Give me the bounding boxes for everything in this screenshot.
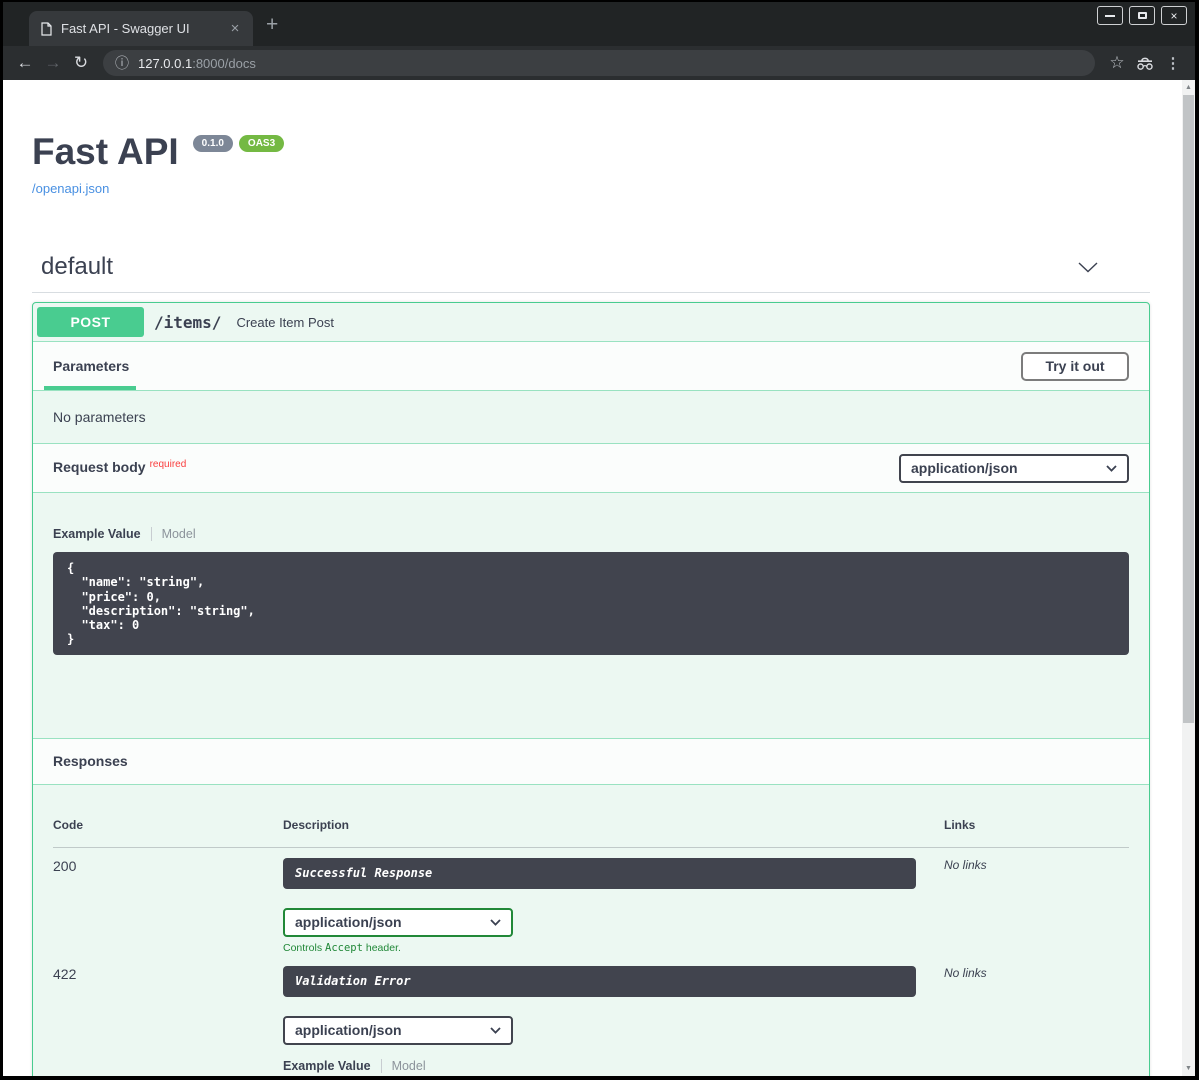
response-description: Successful Response: [283, 858, 916, 889]
request-body-header: Request body required application/json: [33, 443, 1149, 493]
try-it-out-button[interactable]: Try it out: [1021, 352, 1129, 381]
web-content: Fast API 0.1.0 OAS3 /openapi.json defaul…: [3, 80, 1195, 1076]
opblock-summary[interactable]: POST /items/ Create Item Post: [33, 303, 1149, 341]
chevron-down-icon: [490, 919, 501, 926]
tag-header[interactable]: default: [32, 253, 1150, 293]
new-tab-button[interactable]: +: [266, 13, 278, 37]
request-media-type-select[interactable]: application/json: [899, 454, 1129, 483]
tab-model[interactable]: Model: [162, 527, 196, 541]
scroll-up-icon[interactable]: ▲: [1182, 84, 1195, 91]
controls-accept-note: Controls Accept header.: [283, 942, 944, 954]
no-parameters-text: No parameters: [33, 391, 1149, 443]
tag-section: default POST /items/ Create Item Post: [32, 253, 1150, 1076]
required-label: required: [150, 459, 187, 470]
back-icon[interactable]: ←: [11, 46, 39, 80]
operation-summary: Create Item Post: [236, 315, 334, 330]
browser-toolbar: ← → ↻ ⓘ 127.0.0.1:8000/docs ☆ ⋮: [3, 46, 1195, 80]
reload-icon[interactable]: ↻: [67, 46, 95, 80]
tab-parameters[interactable]: Parameters: [53, 358, 129, 374]
site-info-icon[interactable]: ⓘ: [115, 56, 129, 70]
url-path: :8000/docs: [192, 56, 256, 71]
note-code: Accept: [325, 942, 363, 954]
api-info: Fast API 0.1.0 OAS3 /openapi.json: [32, 133, 1150, 196]
browser-tab[interactable]: Fast API - Swagger UI ×: [29, 11, 253, 46]
column-description: Description: [283, 818, 944, 848]
browser-window: Fast API - Swagger UI × + × ← → ↻ ⓘ 127.…: [0, 0, 1199, 1080]
opblock-post-items: POST /items/ Create Item Post Parameters…: [32, 302, 1150, 1076]
incognito-icon: [1131, 56, 1159, 71]
note-prefix: Controls: [283, 942, 325, 954]
page-icon: [41, 22, 52, 36]
responses-table-head: Code Description Links: [53, 818, 1129, 848]
operation-path: /items/: [154, 313, 221, 332]
tab-close-icon[interactable]: ×: [226, 20, 244, 37]
request-body-label: Request body: [53, 459, 146, 475]
page-scrollbar[interactable]: ▲ ▼: [1182, 80, 1195, 1076]
column-links: Links: [944, 818, 1129, 848]
openapi-spec-link[interactable]: /openapi.json: [32, 181, 1150, 196]
tab-example-value[interactable]: Example Value: [283, 1059, 371, 1073]
example-model-tabs: Example Value Model: [53, 527, 1129, 541]
swagger-page: Fast API 0.1.0 OAS3 /openapi.json defaul…: [3, 80, 1182, 1076]
tab-example-value[interactable]: Example Value: [53, 527, 141, 541]
browser-frame: Fast API - Swagger UI × + × ← → ↻ ⓘ 127.…: [3, 2, 1195, 1076]
close-button[interactable]: ×: [1161, 6, 1187, 25]
forward-icon[interactable]: →: [39, 46, 67, 80]
response-links: No links: [944, 858, 1129, 954]
minimize-icon: [1105, 15, 1115, 17]
tab-divider: [151, 527, 152, 541]
url-text: 127.0.0.1:8000/docs: [138, 56, 256, 71]
url-host: 127.0.0.1: [138, 56, 192, 71]
chevron-down-icon[interactable]: [1078, 262, 1098, 273]
response-media-type-select[interactable]: application/json: [283, 908, 513, 937]
response-media-type-value: application/json: [295, 914, 402, 930]
tab-model[interactable]: Model: [392, 1059, 426, 1073]
tab-strip: Fast API - Swagger UI × + ×: [3, 2, 1195, 46]
request-body-content: Example Value Model { "name": "string", …: [33, 493, 1149, 738]
oas-badge: OAS3: [239, 135, 284, 152]
maximize-icon: [1138, 12, 1147, 19]
tab-title: Fast API - Swagger UI: [61, 21, 226, 36]
response-description: Validation Error: [283, 966, 916, 997]
address-bar[interactable]: ⓘ 127.0.0.1:8000/docs: [103, 50, 1095, 76]
version-badge: 0.1.0: [193, 135, 233, 152]
api-title: Fast API: [32, 133, 179, 171]
minimize-button[interactable]: [1097, 6, 1123, 25]
responses-table: Code Description Links 200 Successful Re…: [33, 785, 1149, 1076]
bookmark-star-icon[interactable]: ☆: [1103, 53, 1131, 73]
response-code: 200: [53, 858, 283, 954]
response-media-type-select[interactable]: application/json: [283, 1016, 513, 1045]
request-example-json[interactable]: { "name": "string", "price": 0, "descrip…: [53, 552, 1129, 655]
response-row-422: 422 Validation Error application/json: [53, 954, 1129, 1076]
scrollbar-thumb[interactable]: [1183, 95, 1194, 723]
request-media-type-value: application/json: [911, 460, 1018, 476]
example-model-tabs: Example Value Model: [283, 1059, 944, 1073]
response-row-200: 200 Successful Response application/json: [53, 848, 1129, 954]
chevron-down-icon: [1106, 465, 1117, 472]
responses-title: Responses: [53, 753, 128, 769]
post-method-badge: POST: [37, 307, 144, 337]
note-suffix: header.: [363, 942, 401, 954]
scroll-down-icon[interactable]: ▼: [1182, 1065, 1195, 1072]
response-media-type-value: application/json: [295, 1022, 402, 1038]
response-links: No links: [944, 966, 1129, 1076]
browser-menu-icon[interactable]: ⋮: [1159, 54, 1187, 72]
column-code: Code: [53, 818, 283, 848]
tag-title: default: [41, 253, 113, 281]
chevron-down-icon: [490, 1027, 501, 1034]
window-controls: ×: [1097, 6, 1187, 25]
response-code: 422: [53, 966, 283, 1076]
responses-header: Responses: [33, 738, 1149, 785]
parameters-header: Parameters Try it out: [33, 341, 1149, 391]
tab-divider: [381, 1059, 382, 1073]
maximize-button[interactable]: [1129, 6, 1155, 25]
